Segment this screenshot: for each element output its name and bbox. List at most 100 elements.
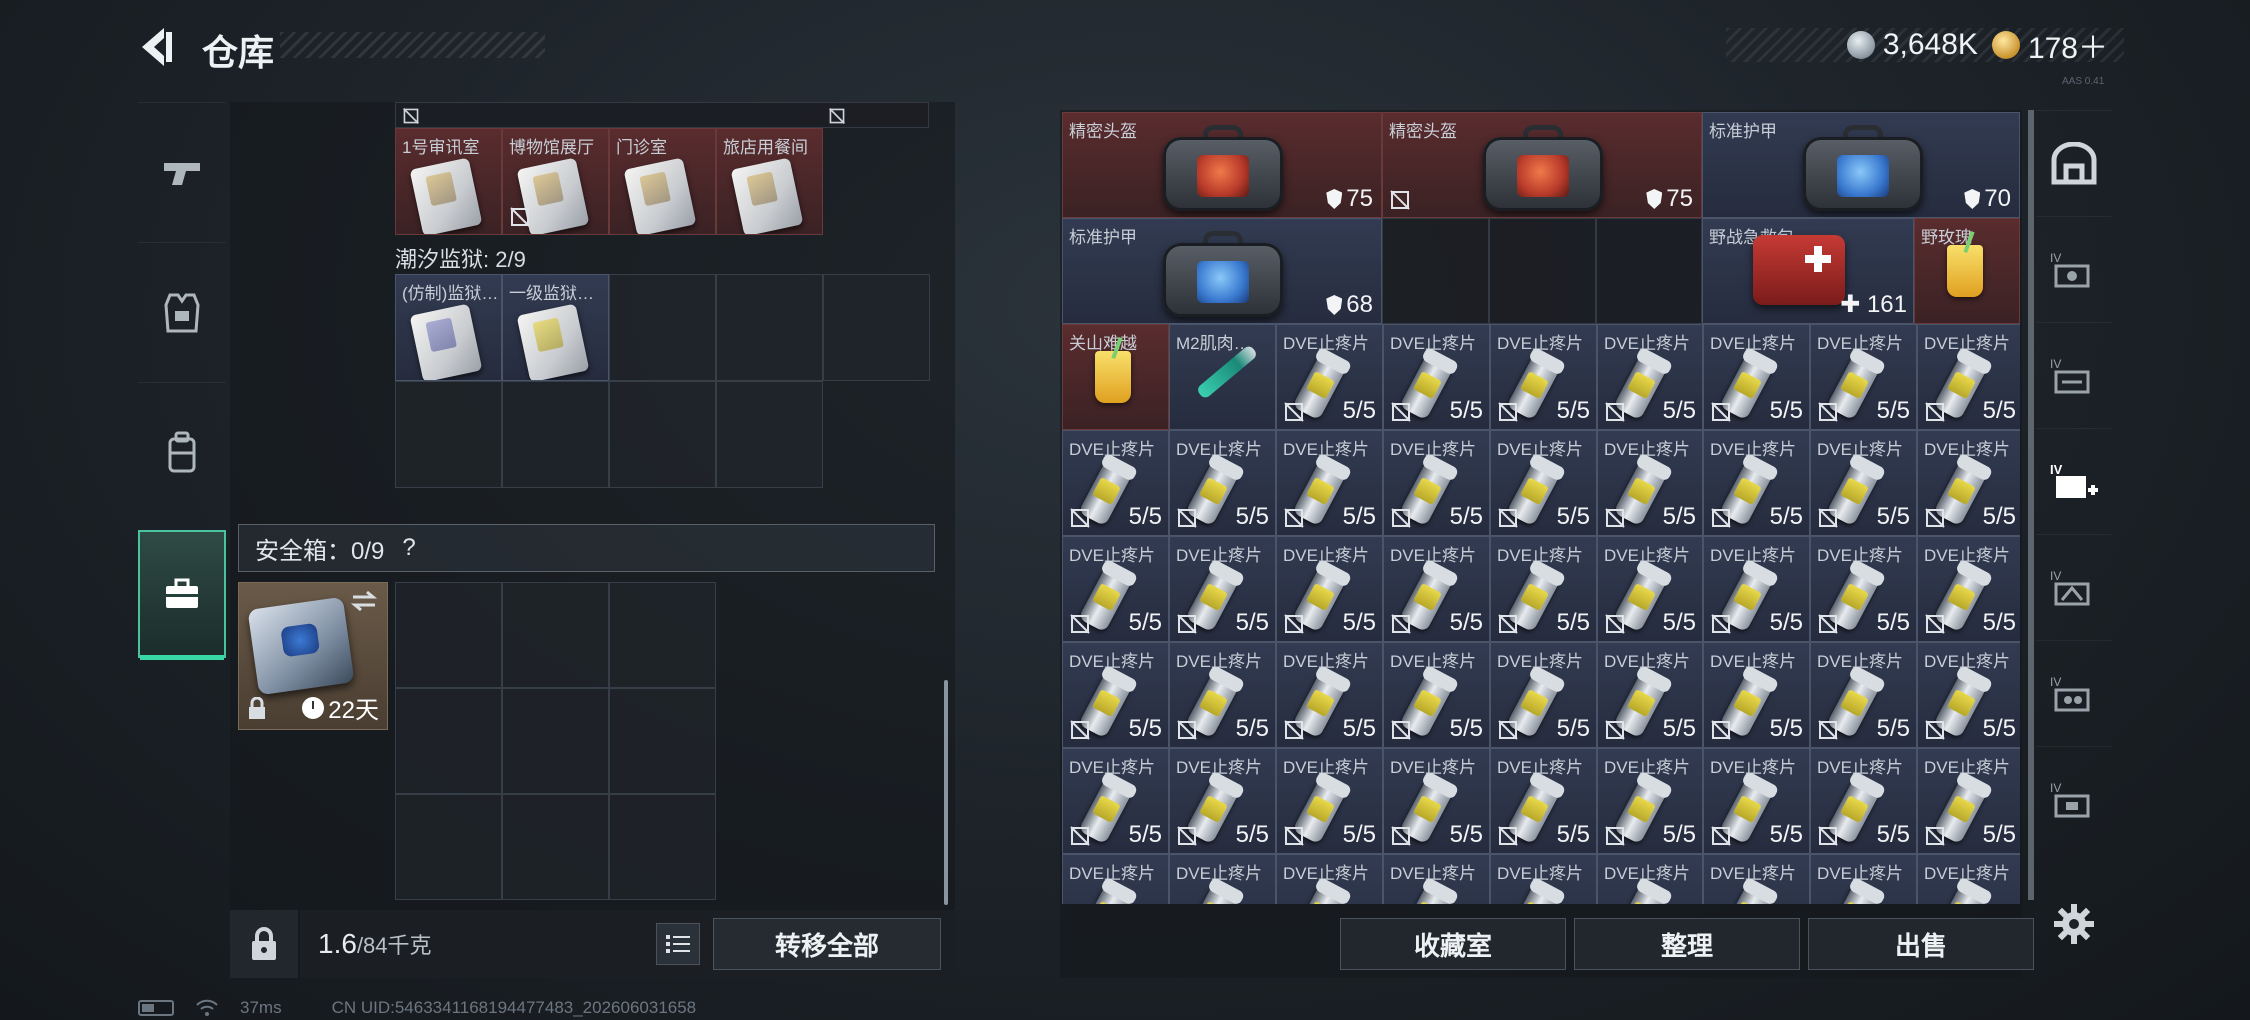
stash-item-painkiller[interactable]: DVE止疼片 5/5 [1276, 536, 1383, 642]
nav-case[interactable] [138, 530, 226, 660]
transfer-all-button[interactable]: 转移全部 [713, 918, 941, 970]
safe-slot[interactable] [609, 582, 716, 688]
list-view-button[interactable] [656, 923, 700, 965]
stash-item[interactable]: 野玫瑰 [1914, 218, 2020, 324]
empty-slot[interactable] [1596, 218, 1702, 324]
stash-item-painkiller[interactable]: DVE止疼片 5/5 [1597, 430, 1703, 536]
sell-button[interactable]: 出售 [1808, 918, 2034, 970]
empty-slot[interactable] [716, 274, 823, 381]
nav-armor[interactable] [138, 242, 226, 382]
stash-item-painkiller[interactable]: DVE止疼片 5/5 [1490, 642, 1597, 748]
stash-item-painkiller[interactable]: DVE止疼片 5/5 [1276, 748, 1383, 854]
stash-item-painkiller[interactable]: DVE止疼片 5/5 [1703, 748, 1810, 854]
safe-slot[interactable] [502, 582, 609, 688]
stash-item-painkiller[interactable]: DVE止疼片 5/5 [1383, 324, 1490, 430]
stash-item-painkiller[interactable]: DVE止疼片 5/5 [1383, 748, 1490, 854]
stash-page-2[interactable]: IV [2036, 216, 2112, 322]
safe-slot[interactable] [395, 794, 502, 900]
stash-item-painkiller[interactable]: DVE止疼片 5/5 [1276, 324, 1383, 430]
stash-page-5[interactable]: IV [2036, 534, 2112, 640]
stash-item-painkiller[interactable]: DVE止疼片 5/5 [1276, 642, 1383, 748]
silver-currency[interactable]: 3,648K [1846, 28, 1978, 62]
stash-item-painkiller[interactable]: DVE止疼片 5/5 [1169, 748, 1276, 854]
empty-slot[interactable] [609, 274, 716, 381]
stash-item-painkiller[interactable]: DVE止疼片 5/5 [1597, 642, 1703, 748]
keycard-slot[interactable]: 一级监狱… [502, 274, 609, 381]
lock-button[interactable] [230, 910, 298, 978]
empty-slot[interactable] [395, 381, 502, 488]
safe-slot[interactable] [502, 794, 609, 900]
stash-scroll-thumb[interactable] [2028, 110, 2034, 900]
stash-item-painkiller[interactable]: DVE止疼片 5/5 [1383, 536, 1490, 642]
stash-item[interactable]: 精密头盔 75 [1062, 112, 1382, 218]
stash-item-painkiller[interactable]: DVE止疼片 5/5 [1383, 642, 1490, 748]
stash-item-painkiller[interactable]: DVE止疼片 5/5 [1062, 642, 1169, 748]
stash-item-painkiller[interactable]: DVE止疼片 5/5 [1597, 324, 1703, 430]
keycard-slot[interactable]: (仿制)监狱… [395, 274, 502, 381]
loadout-scrollbar[interactable] [944, 680, 948, 905]
stash-item-painkiller[interactable]: DVE止疼片 5/5 [1917, 430, 2020, 536]
settings-gear-icon[interactable] [2052, 902, 2096, 946]
safe-slot[interactable] [502, 688, 609, 794]
stash-item-painkiller[interactable]: DVE止疼片 5/5 [1810, 324, 1917, 430]
stash-item-painkiller[interactable]: DVE止疼片 [1597, 854, 1703, 904]
stash-page-add[interactable]: IV [2036, 428, 2112, 534]
stash-page-7[interactable]: IV [2036, 746, 2112, 852]
stash-item[interactable]: M2肌肉… [1169, 324, 1276, 430]
empty-slot[interactable] [502, 381, 609, 488]
stash-item-painkiller[interactable]: DVE止疼片 5/5 [1169, 642, 1276, 748]
stash-item-painkiller[interactable]: DVE止疼片 5/5 [1169, 536, 1276, 642]
stash-item-painkiller[interactable]: DVE止疼片 [1383, 854, 1490, 904]
nav-backpack[interactable] [138, 382, 226, 522]
stash-item-painkiller[interactable]: DVE止疼片 5/5 [1917, 324, 2020, 430]
nav-weapon[interactable] [138, 102, 226, 242]
gold-currency[interactable]: 178＋ [1991, 23, 2108, 67]
stash-item-painkiller[interactable]: DVE止疼片 5/5 [1810, 536, 1917, 642]
stash-item-painkiller[interactable]: DVE止疼片 5/5 [1383, 430, 1490, 536]
stash-item-painkiller[interactable]: DVE止疼片 5/5 [1917, 748, 2020, 854]
safe-slot[interactable] [609, 688, 716, 794]
safe-slot[interactable] [609, 794, 716, 900]
stash-item-painkiller[interactable]: DVE止疼片 5/5 [1062, 430, 1169, 536]
empty-slot[interactable] [609, 381, 716, 488]
stash-item-painkiller[interactable]: DVE止疼片 [1810, 854, 1917, 904]
stash-item-painkiller[interactable]: DVE止疼片 5/5 [1597, 748, 1703, 854]
safe-slot[interactable] [395, 688, 502, 794]
stash-item-painkiller[interactable]: DVE止疼片 5/5 [1169, 430, 1276, 536]
stash-item-painkiller[interactable]: DVE止疼片 [1062, 854, 1169, 904]
stash-item-painkiller[interactable]: DVE止疼片 5/5 [1062, 536, 1169, 642]
back-arrow-icon[interactable] [134, 22, 184, 72]
stash-item-painkiller[interactable]: DVE止疼片 [1490, 854, 1597, 904]
stash-item-painkiller[interactable]: DVE止疼片 5/5 [1597, 536, 1703, 642]
safe-slot[interactable] [395, 582, 502, 688]
swap-icon[interactable] [349, 589, 379, 613]
help-icon[interactable]: ? [402, 534, 415, 562]
keycard-slot[interactable]: 门诊室 [609, 128, 716, 235]
stash-page-6[interactable]: IV [2036, 640, 2112, 746]
stash-item-painkiller[interactable]: DVE止疼片 5/5 [1703, 642, 1810, 748]
stash-item[interactable]: 标准护甲 68 [1062, 218, 1382, 324]
stash-item-painkiller[interactable]: DVE止疼片 5/5 [1810, 748, 1917, 854]
stash-item-painkiller[interactable]: DVE止疼片 5/5 [1490, 536, 1597, 642]
empty-slot[interactable] [1382, 218, 1489, 324]
stash-item[interactable]: 精密头盔 75 [1382, 112, 1702, 218]
stash-item-painkiller[interactable]: DVE止疼片 5/5 [1810, 642, 1917, 748]
stash-item-painkiller[interactable]: DVE止疼片 5/5 [1490, 430, 1597, 536]
stash-item-painkiller[interactable]: DVE止疼片 5/5 [1703, 324, 1810, 430]
stash-item-painkiller[interactable]: DVE止疼片 [1276, 854, 1383, 904]
keycard-slot[interactable]: 博物馆展厅 [502, 128, 609, 235]
stash-item[interactable]: 关山难越 [1062, 324, 1169, 430]
stash-page-3[interactable]: IV [2036, 322, 2112, 428]
stash-item-painkiller[interactable]: DVE止疼片 5/5 [1810, 430, 1917, 536]
stash-item-painkiller[interactable]: DVE止疼片 5/5 [1703, 536, 1810, 642]
stash-item-painkiller[interactable]: DVE止疼片 5/5 [1490, 748, 1597, 854]
empty-slot[interactable] [716, 381, 823, 488]
stash-item-painkiller[interactable]: DVE止疼片 5/5 [1276, 430, 1383, 536]
stash-item-painkiller[interactable]: DVE止疼片 5/5 [1490, 324, 1597, 430]
keycard-slot[interactable]: 旅店用餐间 [716, 128, 823, 235]
stash-item[interactable]: 标准护甲 70 [1702, 112, 2020, 218]
empty-slot[interactable] [1489, 218, 1596, 324]
stash-item-painkiller[interactable]: DVE止疼片 5/5 [1917, 642, 2020, 748]
stash-item[interactable]: 野战急救包 ✚ 161 [1702, 218, 1914, 324]
stash-item-painkiller[interactable]: DVE止疼片 5/5 [1917, 536, 2020, 642]
